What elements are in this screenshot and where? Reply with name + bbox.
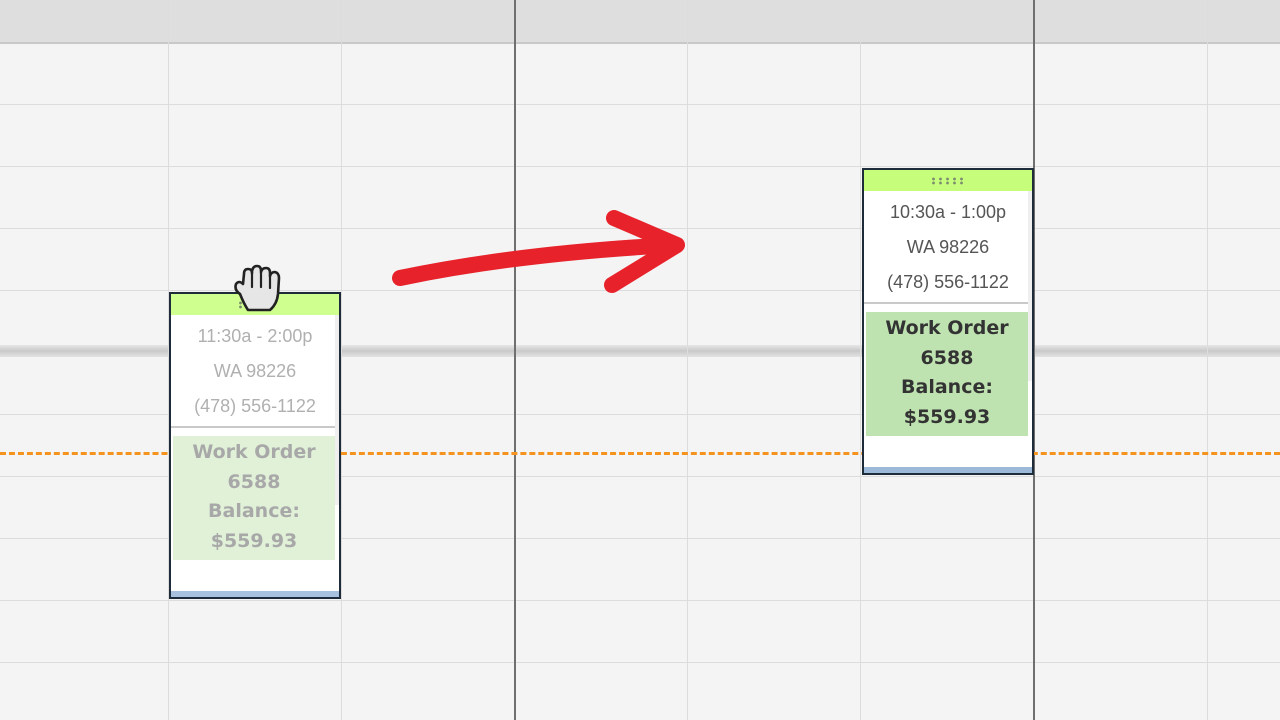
grid-row-line xyxy=(0,104,1280,105)
drag-handle[interactable] xyxy=(864,170,1032,191)
resource-column-divider xyxy=(514,0,516,720)
appointment-zip: WA 98226 xyxy=(906,237,990,257)
scrollbar[interactable] xyxy=(335,315,339,505)
appointment-card-ghost[interactable]: 11:30a - 2:00p WA 98226 (478) 556-1122 W… xyxy=(169,292,341,599)
work-order-number: 6588 xyxy=(227,470,281,493)
grab-hand-icon xyxy=(234,264,281,312)
work-order-label: Work Order xyxy=(192,441,316,463)
balance-value: $559.93 xyxy=(210,529,298,552)
divider xyxy=(864,302,1032,304)
grid-column-line xyxy=(1207,0,1208,720)
appointment-footer xyxy=(171,591,339,597)
balance-label: Balance: xyxy=(208,500,300,522)
grid-row-line xyxy=(0,662,1280,663)
appointment-time: 11:30a - 2:00p xyxy=(197,326,313,346)
appointment-zip: WA 98226 xyxy=(213,361,297,381)
balance-label: Balance: xyxy=(901,376,993,398)
grid-column-line xyxy=(860,0,861,720)
calendar-header-row xyxy=(0,0,1280,44)
appointment-time: 10:30a - 1:00p xyxy=(889,202,1007,222)
grid-column-line xyxy=(341,0,342,720)
appointment-footer xyxy=(864,467,1032,473)
appointment-phone: (478) 556-1122 xyxy=(194,396,316,416)
work-order-number: 6588 xyxy=(920,346,974,369)
work-order-block[interactable]: Work Order 6588 Balance: $559.93 xyxy=(866,312,1028,436)
scrollbar[interactable] xyxy=(1028,191,1032,381)
work-order-label: Work Order xyxy=(885,317,1009,339)
grid-row-line xyxy=(0,166,1280,167)
divider xyxy=(171,426,339,428)
grid-column-line xyxy=(687,0,688,720)
grip-dots-icon xyxy=(930,177,966,185)
curved-arrow-icon xyxy=(392,210,685,293)
appointment-card[interactable]: 10:30a - 1:00p WA 98226 (478) 556-1122 W… xyxy=(862,168,1034,475)
balance-value: $559.93 xyxy=(903,405,991,428)
work-order-block[interactable]: Work Order 6588 Balance: $559.93 xyxy=(173,436,335,560)
appointment-phone: (478) 556-1122 xyxy=(887,272,1009,292)
grid-row-line xyxy=(0,600,1280,601)
